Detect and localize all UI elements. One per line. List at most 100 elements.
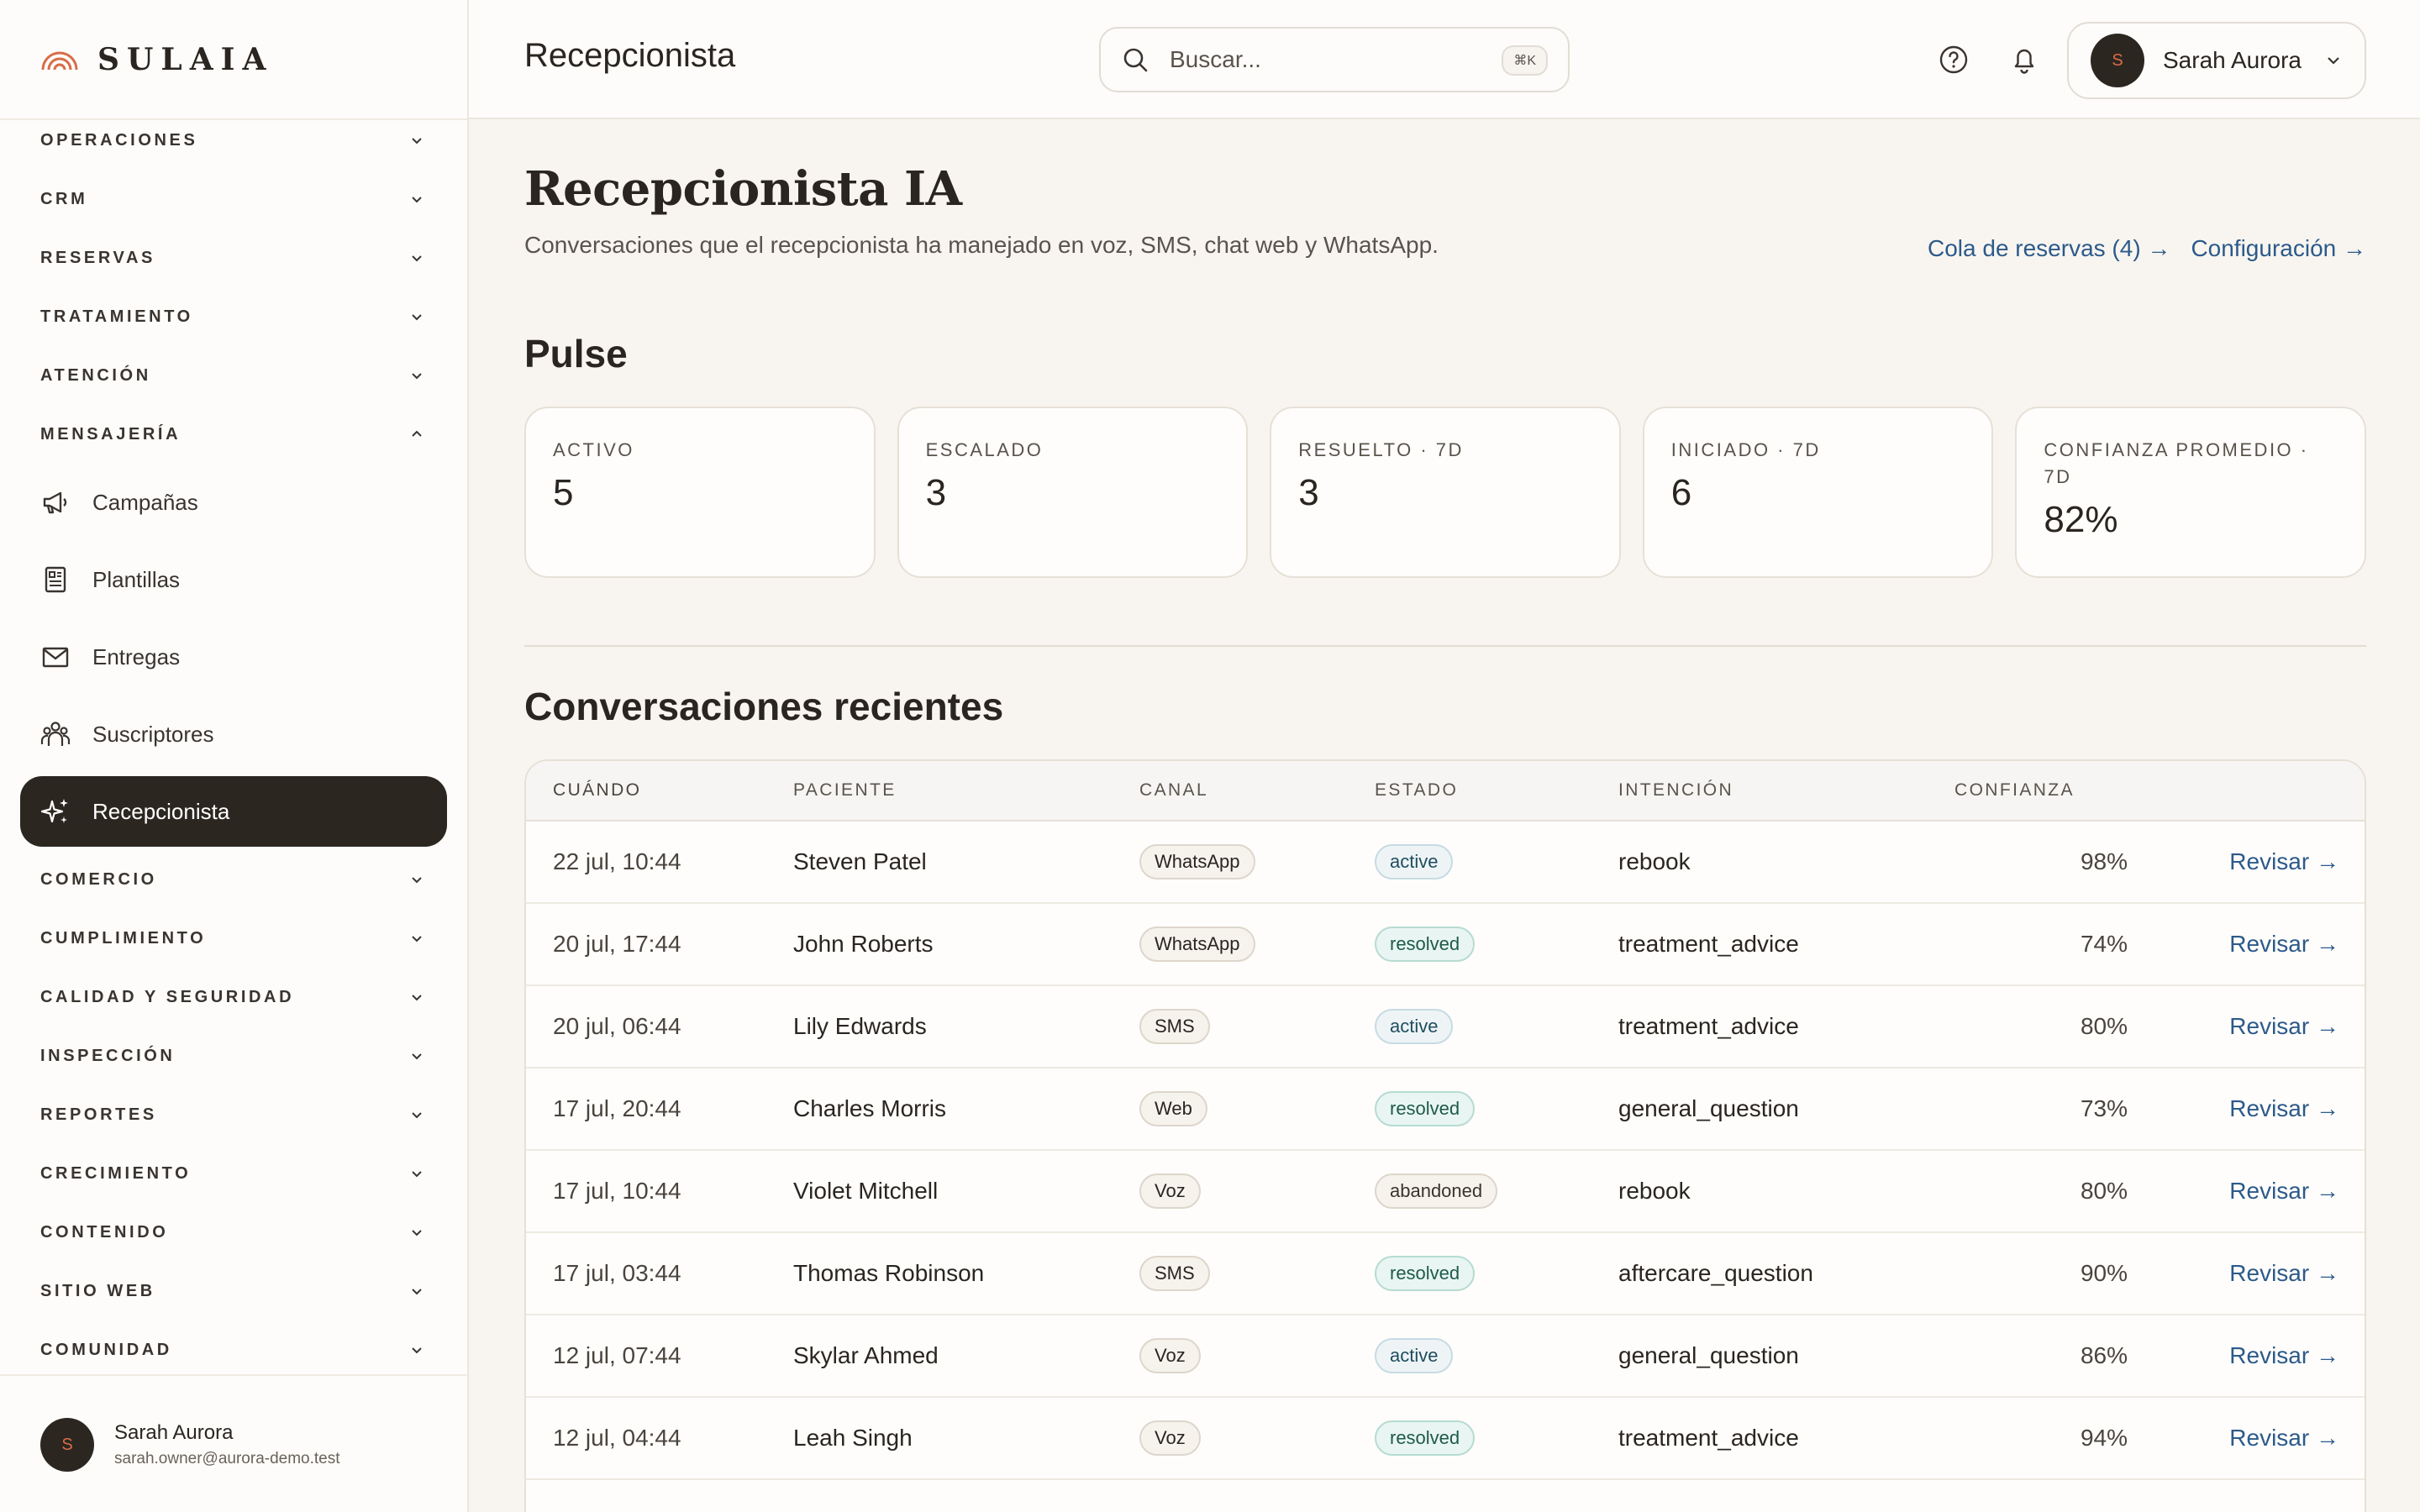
- review-link[interactable]: Revisar →: [2229, 1013, 2339, 1040]
- settings-link[interactable]: Configuración →: [2191, 235, 2366, 262]
- megaphone-icon: [43, 491, 67, 514]
- conversations-title: Conversaciones recientes: [524, 685, 1004, 728]
- pulse-card-iniciado: INICIADO · 7D 6: [1642, 407, 1994, 578]
- nav-section-comunidad[interactable]: COMUNIDAD: [0, 1320, 467, 1379]
- table-row[interactable]: 12 jul, 04:44 Leah Singh Voz resolved treatm…: [526, 1398, 2365, 1480]
- bell-icon[interactable]: [2008, 44, 2040, 76]
- table-row[interactable]: 17 jul, 10:44 Violet Mitchell Voz abandoned…: [526, 1151, 2365, 1233]
- channel-badge: WhatsApp: [1139, 927, 1255, 962]
- nav-section-contenido[interactable]: CONTENIDO: [0, 1203, 467, 1262]
- sidebar-user-card[interactable]: S Sarah Aurora sarah.owner@aurora-demo.t…: [40, 1418, 340, 1472]
- row-patient: John Roberts: [793, 931, 934, 957]
- column-header-channel[interactable]: CANAL: [1139, 780, 1208, 801]
- review-link[interactable]: Revisar →: [2229, 1260, 2339, 1287]
- table-row[interactable]: 20 jul, 06:44 Lily Edwards SMS active treatm…: [526, 986, 2365, 1068]
- nav-section-label: RESERVAS: [40, 248, 155, 267]
- user-menu-button[interactable]: S Sarah Aurora: [2067, 22, 2366, 99]
- sidebar-item-entregas[interactable]: Entregas: [20, 618, 447, 696]
- pulse-card-label: RESUELTO · 7D: [1298, 439, 1464, 460]
- review-link[interactable]: Revisar →: [2229, 1178, 2339, 1205]
- nav-section-crecimiento[interactable]: CRECIMIENTO: [0, 1144, 467, 1203]
- sidebar-item-plantillas[interactable]: Plantillas: [20, 541, 447, 618]
- nav-section-inspeccion[interactable]: INSPECCIÓN: [0, 1026, 467, 1085]
- sidebar-nav: OPERACIONES CRM RESERVAS TRATAMIENTO ATE…: [0, 111, 467, 1379]
- review-link[interactable]: Revisar →: [2229, 1425, 2339, 1452]
- sidebar-item-label: Plantillas: [92, 566, 181, 592]
- nav-section-label: CONTENIDO: [40, 1222, 169, 1242]
- row-channel: WhatsApp: [1139, 927, 1255, 962]
- sidebar-item-campanas[interactable]: Campañas: [20, 464, 447, 541]
- nav-section-tratamiento[interactable]: TRATAMIENTO: [0, 287, 467, 346]
- column-header-intent[interactable]: INTENCIÓN: [1618, 780, 1733, 801]
- nav-section-label: TRATAMIENTO: [40, 307, 193, 326]
- review-link[interactable]: Revisar →: [2229, 931, 2339, 958]
- sidebar-item-recepcionista[interactable]: Recepcionista: [20, 776, 447, 847]
- column-header-when[interactable]: CUÁNDO: [553, 780, 641, 801]
- chevron-down-icon: [412, 373, 422, 380]
- row-patient: Skylar Ahmed: [793, 1342, 939, 1368]
- review-link[interactable]: Revisar →: [2229, 1095, 2339, 1122]
- table-row[interactable]: 12 jul, 07:44 Skylar Ahmed Voz active genera…: [526, 1315, 2365, 1398]
- booking-queue-link[interactable]: Cola de reservas (4) →: [1928, 235, 2170, 262]
- status-badge: active: [1375, 1009, 1454, 1044]
- row-state: resolved: [1375, 927, 1476, 962]
- nav-section-sitio-web[interactable]: SITIO WEB: [0, 1262, 467, 1320]
- row-channel: Voz: [1139, 1173, 1201, 1209]
- nav-section-comercio[interactable]: COMERCIO: [0, 850, 467, 909]
- row-state: resolved: [1375, 1091, 1476, 1126]
- help-icon[interactable]: [1938, 44, 1970, 76]
- chevron-down-icon: [412, 1112, 422, 1119]
- table-row[interactable]: 17 jul, 20:44 Charles Morris Web resolved ge…: [526, 1068, 2365, 1151]
- status-badge: abandoned: [1375, 1173, 1498, 1209]
- page-links: Cola de reservas (4) → Configuración →: [1928, 235, 2366, 262]
- column-header-state[interactable]: ESTADO: [1375, 780, 1458, 801]
- table-row[interactable]: 20 jul, 17:44 John Roberts WhatsApp resolve…: [526, 904, 2365, 986]
- nav-section-label: OPERACIONES: [40, 130, 198, 150]
- column-header-confidence[interactable]: CONFIANZA: [1954, 780, 2075, 801]
- nav-section-atencion[interactable]: ATENCIÓN: [0, 346, 467, 405]
- sunrise-logo-icon: [41, 51, 78, 71]
- status-badge: active: [1375, 844, 1454, 879]
- pulse-card-value: 6: [1670, 472, 1692, 513]
- nav-section-calidad-seguridad[interactable]: CALIDAD Y SEGURIDAD: [0, 968, 467, 1026]
- sidebar: SULAIA OPERACIONES CRM RESERVAS TRATAMIE…: [0, 0, 469, 1512]
- nav-section-label: CUMPLIMIENTO: [40, 928, 207, 948]
- search-input[interactable]: [1170, 46, 1489, 73]
- chevron-down-icon: [412, 1230, 422, 1236]
- search-box[interactable]: ⌘K: [1099, 27, 1570, 92]
- sidebar-item-label: Entregas: [92, 643, 181, 669]
- row-confidence: 74%: [2080, 931, 2128, 957]
- brand[interactable]: SULAIA: [40, 39, 273, 81]
- nav-section-operaciones[interactable]: OPERACIONES: [0, 111, 467, 170]
- status-badge: active: [1375, 1338, 1454, 1373]
- row-confidence: 94%: [2080, 1425, 2128, 1451]
- nav-section-cumplimiento[interactable]: CUMPLIMIENTO: [0, 909, 467, 968]
- nav-section-label: ATENCIÓN: [40, 365, 151, 385]
- channel-badge: WhatsApp: [1139, 844, 1255, 879]
- column-header-patient[interactable]: PACIENTE: [793, 780, 897, 801]
- table-row[interactable]: 17 jul, 03:44 Thomas Robinson SMS resolved a…: [526, 1233, 2365, 1315]
- nav-section-reservas[interactable]: RESERVAS: [0, 228, 467, 287]
- row-when: 12 jul, 04:44: [553, 1425, 681, 1451]
- nav-section-label: CRECIMIENTO: [40, 1163, 192, 1183]
- chevron-down-icon: [412, 255, 422, 262]
- nav-section-mensajeria[interactable]: MENSAJERÍA: [0, 405, 467, 464]
- search-icon: [1123, 48, 1148, 72]
- section-divider: [524, 645, 2366, 647]
- nav-section-label: INSPECCIÓN: [40, 1046, 176, 1065]
- review-link[interactable]: Revisar →: [2229, 1342, 2339, 1369]
- review-link[interactable]: Revisar →: [2229, 848, 2339, 875]
- pulse-card-value: 5: [553, 472, 574, 513]
- row-confidence: 80%: [2080, 1178, 2128, 1204]
- nav-section-crm[interactable]: CRM: [0, 170, 467, 228]
- row-state: resolved: [1375, 1256, 1476, 1291]
- template-icon: [45, 566, 66, 593]
- chevron-down-icon: [412, 995, 422, 1001]
- row-confidence: 80%: [2080, 1013, 2128, 1039]
- chevron-down-icon: [412, 197, 422, 203]
- table-row[interactable]: 22 jul, 10:44 Steven Patel WhatsApp active r…: [526, 822, 2365, 904]
- chevron-up-icon: [412, 430, 422, 437]
- nav-section-reportes[interactable]: REPORTES: [0, 1085, 467, 1144]
- sidebar-item-suscriptores[interactable]: Suscriptores: [20, 696, 447, 773]
- sidebar-item-label: Recepcionista: [92, 798, 230, 824]
